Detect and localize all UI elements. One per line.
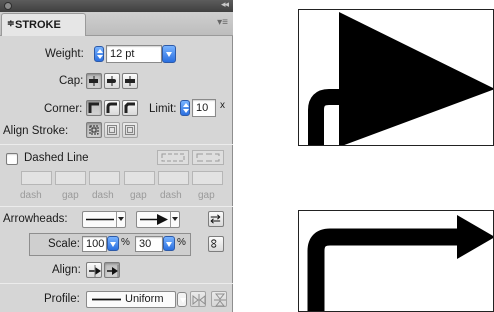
gap-caption-3: gap — [198, 190, 215, 201]
profile-select[interactable]: Uniform — [86, 291, 176, 308]
artwork-preview-bottom — [298, 210, 494, 312]
round-cap-button[interactable] — [104, 73, 120, 89]
percent-sign-end: % — [177, 237, 186, 248]
dash-caption-2: dash — [92, 190, 114, 201]
arrow-tip-at-end-button[interactable] — [104, 262, 120, 278]
bevel-join-icon — [124, 102, 135, 113]
align-inside-button[interactable] — [104, 122, 120, 138]
flip-along-button[interactable] — [190, 291, 206, 307]
miter-join-button[interactable] — [86, 100, 102, 116]
limit-field[interactable]: 10 — [192, 99, 216, 117]
round-join-icon — [106, 102, 117, 113]
arrow-end-icon — [140, 214, 168, 225]
chevron-down-icon[interactable] — [116, 212, 125, 227]
panel-tab-row: ≑ STROKE ▾≡ — [0, 12, 233, 36]
panel-titlebar[interactable]: ◂◂ — [0, 0, 233, 12]
butt-cap-button[interactable] — [86, 73, 102, 89]
uniform-profile-icon — [92, 298, 121, 301]
stroke-panel: ◂◂ ≑ STROKE ▾≡ Weight: 12 pt Cap: Corner… — [0, 0, 233, 312]
percent-sign-start: % — [121, 237, 130, 248]
arrow-path-thin-head — [307, 215, 493, 311]
projecting-cap-icon — [125, 76, 135, 86]
align-center-icon — [89, 125, 99, 135]
link-icon: ∞ — [207, 238, 223, 249]
weight-stepper[interactable] — [94, 46, 104, 62]
dashed-line-checkbox[interactable] — [6, 153, 18, 165]
arrow-path-thick-head — [308, 12, 493, 145]
round-cap-icon — [107, 76, 116, 86]
dash-field-1[interactable] — [21, 171, 52, 185]
chevron-down-icon[interactable] — [170, 212, 179, 227]
flip-along-icon — [192, 294, 206, 306]
gap-caption-1: gap — [62, 190, 79, 201]
weight-label: Weight: — [45, 48, 84, 60]
limit-stepper[interactable] — [180, 100, 190, 116]
dash-field-2[interactable] — [89, 171, 120, 185]
flip-across-button[interactable] — [211, 291, 227, 307]
preserve-dash-icon — [161, 153, 185, 162]
projecting-cap-button[interactable] — [122, 73, 138, 89]
align-dash-corners-button[interactable] — [192, 150, 224, 165]
profile-value: Uniform — [125, 293, 164, 305]
gap-field-3[interactable] — [192, 171, 223, 185]
bevel-join-button[interactable] — [122, 100, 138, 116]
align-outside-button[interactable] — [122, 122, 138, 138]
cap-label: Cap: — [59, 75, 84, 87]
tab-stroke-label: STROKE — [15, 19, 61, 31]
panel-menu-icon[interactable]: ▾≡ — [217, 17, 228, 28]
section-divider — [0, 144, 233, 145]
preserve-dash-button[interactable] — [157, 150, 189, 165]
arrow-beyond-icon — [89, 265, 101, 277]
align-dash-icon — [196, 153, 220, 162]
panel-close-button[interactable] — [4, 2, 12, 10]
dash-caption-3: dash — [160, 190, 182, 201]
miter-join-icon — [88, 102, 99, 113]
profile-dropdown-button[interactable] — [177, 292, 187, 307]
swap-arrowheads-button[interactable]: ⇄ — [208, 211, 224, 227]
arrow-at-end-icon — [107, 265, 119, 277]
scale-end-dropdown[interactable] — [163, 236, 175, 251]
collapse-icon[interactable]: ◂◂ — [221, 0, 229, 10]
gap-field-1[interactable] — [55, 171, 86, 185]
limit-unit: x — [220, 100, 225, 111]
scale-start-field[interactable]: 100 — [82, 236, 107, 252]
gap-caption-2: gap — [130, 190, 147, 201]
corner-label: Corner: — [44, 103, 83, 115]
weight-field[interactable]: 12 pt — [106, 45, 162, 63]
section-divider — [0, 206, 233, 207]
end-arrowhead-select[interactable] — [136, 211, 180, 228]
align-center-button[interactable] — [86, 122, 102, 138]
arrowheads-label: Arrowheads: — [3, 213, 68, 225]
limit-label: Limit: — [149, 103, 177, 115]
scale-end-field[interactable]: 30 — [135, 236, 163, 252]
profile-label: Profile: — [44, 293, 80, 305]
no-arrowhead-icon — [86, 218, 114, 221]
flip-across-icon — [214, 293, 226, 307]
align-inside-icon — [107, 125, 117, 135]
start-arrowhead-select[interactable] — [82, 211, 126, 228]
swap-icon: ⇄ — [210, 211, 221, 226]
dash-field-3[interactable] — [158, 171, 189, 185]
butt-cap-icon — [89, 76, 98, 86]
link-scale-button[interactable]: ∞ — [207, 236, 224, 252]
align-stroke-label: Align Stroke: — [3, 125, 69, 137]
scale-label: Scale: — [48, 238, 80, 250]
gap-field-2[interactable] — [124, 171, 155, 185]
weight-dropdown-button[interactable] — [162, 45, 176, 63]
artwork-preview-top — [298, 9, 494, 146]
tab-stroke[interactable]: ≑ STROKE — [1, 13, 86, 36]
scale-start-dropdown[interactable] — [107, 236, 119, 251]
tab-toggle-icon[interactable]: ≑ — [7, 18, 15, 29]
section-divider — [0, 283, 233, 284]
dash-caption-1: dash — [20, 190, 42, 201]
round-join-button[interactable] — [104, 100, 120, 116]
align-outside-icon — [125, 125, 135, 135]
arrow-tip-beyond-button[interactable] — [86, 262, 102, 278]
align-label: Align: — [52, 264, 81, 276]
dashed-line-label: Dashed Line — [24, 152, 89, 164]
